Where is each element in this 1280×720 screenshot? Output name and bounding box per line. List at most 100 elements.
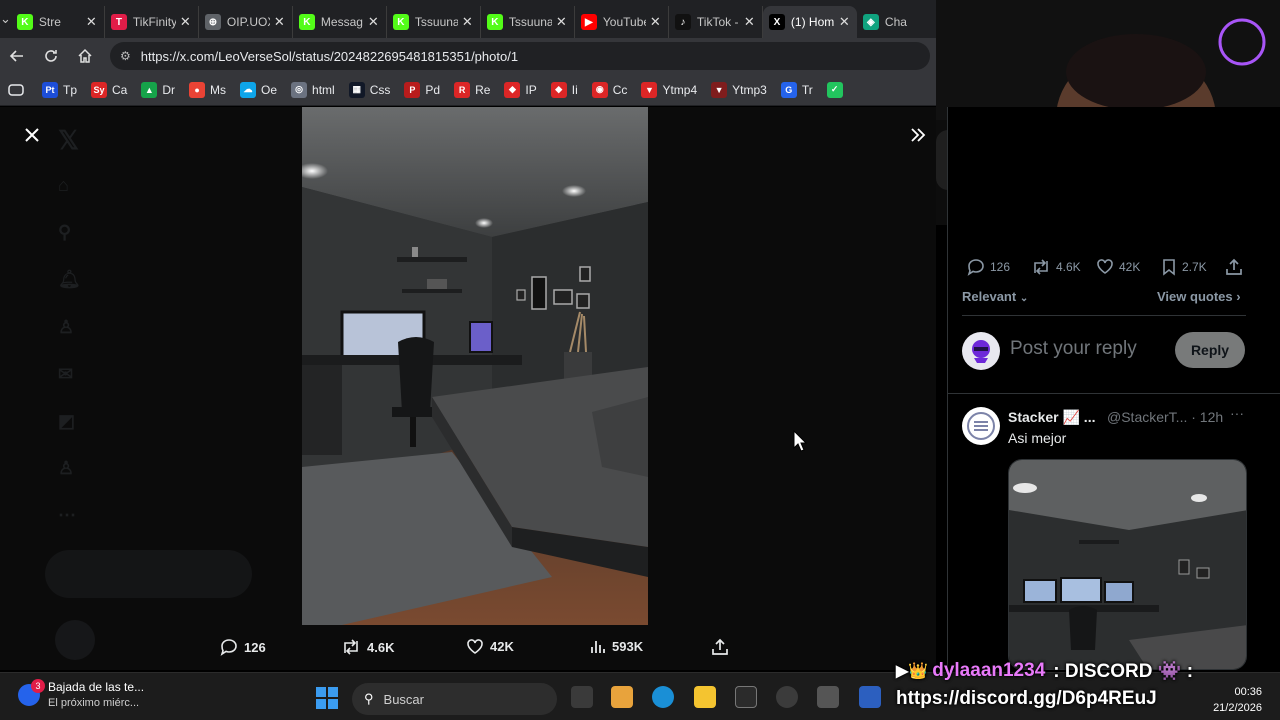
close-icon	[25, 128, 39, 142]
bookmark-item[interactable]: ▲ Dr	[141, 81, 175, 98]
browser-tab[interactable]: ▶ YouTube ✕	[575, 6, 669, 38]
microsoft-store-icon[interactable]	[611, 686, 633, 708]
bookmark-item[interactable]: ◆ Ii	[550, 81, 578, 98]
commenter-avatar[interactable]	[962, 407, 1000, 445]
viewer-action-bar: 126 4.6K 42K 593K	[0, 632, 936, 666]
bookmark-label: Pd	[425, 82, 441, 97]
view-quotes-link[interactable]: View quotes ›	[1157, 289, 1241, 304]
bookmark-label: Cc	[612, 82, 628, 97]
home-icon[interactable]	[68, 38, 102, 74]
bookmarks-bar: Pt Tp Sy Ca ▲ Dr ● Ms ☁ Oe ◎ html ▦ Css P Pd R Re ◆ IP ◆ Ii ◉ C…	[0, 74, 936, 106]
tab-label: Tssuuna	[414, 15, 458, 29]
tab-close-icon[interactable]: ✕	[86, 14, 98, 30]
bookmark-item[interactable]: R Re	[454, 81, 490, 98]
bookmarks-menu-icon[interactable]	[8, 83, 24, 96]
bookmark-favicon-icon: P	[404, 81, 421, 98]
browser-tab[interactable]: ⊕ OIP.UOX ✕	[199, 6, 293, 38]
tab-close-icon[interactable]: ✕	[744, 14, 756, 30]
bookmark-item[interactable]: Sy Ca	[91, 81, 127, 98]
commenter-name[interactable]: Stacker 📈 ...	[1008, 409, 1095, 426]
browser-tab[interactable]: K Stre ✕	[11, 6, 105, 38]
tab-close-icon[interactable]: ✕	[650, 14, 662, 30]
bookmark-item[interactable]: ✓	[826, 81, 848, 98]
browser-tab[interactable]: ♪ TikTok - ✕	[669, 6, 763, 38]
tab-close-icon[interactable]: ✕	[180, 14, 192, 30]
reload-icon[interactable]	[34, 38, 68, 74]
user-avatar-icon	[972, 340, 990, 363]
bookmark-item[interactable]: ◎ html	[291, 81, 335, 98]
sort-replies-dropdown[interactable]: Relevant ⌄	[962, 289, 1028, 304]
post-photo[interactable]	[302, 107, 648, 625]
tab-close-icon[interactable]: ✕	[368, 14, 380, 30]
browser-tab[interactable]: K Messag ✕	[293, 6, 387, 38]
weather-widget[interactable]: 3 Bajada de las te... El próximo miérc..…	[18, 678, 144, 709]
reply-input[interactable]: Post your reply	[1010, 338, 1137, 360]
viewer-repost-button[interactable]: 4.6K	[341, 638, 394, 656]
viewer-views-button[interactable]: 593K	[590, 638, 643, 654]
post-reply-stat[interactable]: 126	[967, 258, 1010, 276]
url-field[interactable]: ⚙ https://x.com/LeoVerseSol/status/20248…	[110, 42, 930, 70]
recording-app-icon[interactable]	[776, 686, 798, 708]
bookmark-item[interactable]: ▼ Ytmp3	[711, 81, 767, 98]
collapse-sidebar-button[interactable]	[904, 121, 932, 149]
post-bookmark-count: 2.7K	[1182, 260, 1207, 274]
bookmark-favicon-icon: ●	[189, 81, 206, 98]
viewer-repost-count: 4.6K	[367, 639, 395, 655]
ghost-post-button	[45, 550, 252, 598]
browser-tab[interactable]: K Tssuuna ✕	[387, 6, 481, 38]
tab-favicon-icon: K	[298, 14, 315, 30]
commenter-handle[interactable]: @StackerT... · 12h	[1107, 409, 1223, 425]
bookmark-item[interactable]: ◉ Cc	[591, 81, 628, 98]
bookmark-item[interactable]: P Pd	[404, 81, 441, 98]
avatar[interactable]	[962, 332, 1000, 370]
post-share-button[interactable]	[1225, 258, 1248, 276]
post-like-stat[interactable]: 42K	[1096, 258, 1140, 275]
viewer-reply-button[interactable]: 126	[220, 638, 266, 656]
task-view-icon[interactable]	[571, 686, 593, 708]
tab-search-chevron-icon[interactable]: ⌄	[0, 0, 11, 38]
bookmark-item[interactable]: ▼ Ytmp4	[641, 81, 697, 98]
bookmark-item[interactable]: G Tr	[780, 81, 813, 98]
tab-favicon-icon: X	[768, 14, 785, 30]
bookmark-favicon-icon: G	[780, 81, 797, 98]
bookmark-item[interactable]: ▦ Css	[348, 81, 390, 98]
bookmark-item[interactable]: ◆ IP	[504, 81, 537, 98]
tab-bar: ⌄ K Stre ✕ T TikFinity ✕ ⊕ OIP.UOX ✕ K Messag ✕ K Tss…	[0, 0, 951, 38]
heart-icon	[1097, 259, 1113, 274]
viewer-like-button[interactable]: 42K	[466, 638, 514, 655]
ghost-notifications-icon: 🔔︎	[58, 269, 81, 289]
browser-tab[interactable]: K Tssuuna ✕	[481, 6, 575, 38]
edge-browser-icon[interactable]	[652, 686, 674, 708]
site-info-icon[interactable]: ⚙	[120, 49, 131, 63]
bookmark-icon	[1163, 259, 1175, 276]
tab-close-icon[interactable]: ✕	[839, 14, 851, 30]
post-bookmark-stat[interactable]: 2.7K	[1161, 258, 1207, 276]
post-repost-stat[interactable]: 4.6K	[1031, 258, 1081, 276]
back-arrow-icon[interactable]	[0, 38, 34, 74]
capcut-icon[interactable]	[735, 686, 757, 708]
comment-image[interactable]	[1008, 459, 1247, 670]
tab-close-icon[interactable]: ✕	[274, 14, 286, 30]
bookmark-item[interactable]: ☁ Oe	[240, 81, 277, 98]
overlay-discord-link: https://discord.gg/D6p4REuJ	[896, 688, 1157, 709]
file-explorer-icon[interactable]	[694, 686, 716, 708]
system-clock[interactable]: 00:36 21/2/2026	[1204, 684, 1262, 716]
start-button[interactable]	[316, 687, 338, 714]
bookmark-label: Ytmp3	[732, 82, 767, 97]
taskbar-search[interactable]: ⚲ Buscar	[352, 683, 557, 715]
viewer-share-button[interactable]	[711, 638, 735, 656]
bookmark-item[interactable]: ● Ms	[189, 81, 226, 98]
tab-close-icon[interactable]: ✕	[556, 14, 568, 30]
double-chevron-right-icon	[911, 128, 926, 142]
tab-close-icon[interactable]: ✕	[462, 14, 474, 30]
chevron-right-icon: ›	[1236, 289, 1241, 304]
reply-button[interactable]: Reply	[1175, 332, 1245, 368]
media-app-icon[interactable]	[859, 686, 881, 708]
comment-more-icon[interactable]: ···	[1230, 405, 1244, 421]
close-viewer-button[interactable]	[18, 121, 46, 149]
browser-tab[interactable]: X (1) Hom ✕	[762, 6, 857, 38]
bookmark-favicon-icon: ▼	[641, 81, 658, 98]
app-icon[interactable]	[817, 686, 839, 708]
browser-tab[interactable]: T TikFinity ✕	[105, 6, 199, 38]
bookmark-item[interactable]: Pt Tp	[42, 81, 77, 98]
